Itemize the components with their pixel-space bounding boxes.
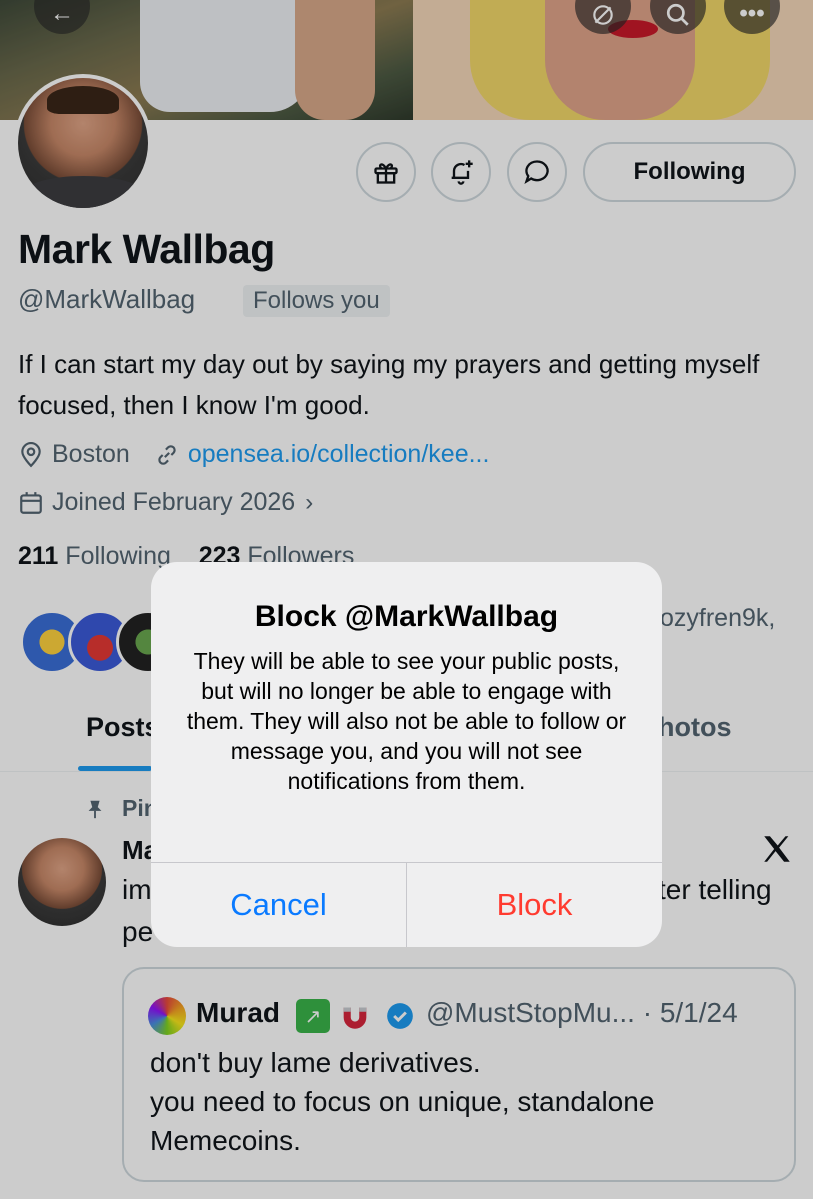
dialog-title: Block @MarkWallbag xyxy=(254,600,559,633)
dialog-message: They will be able to see your public pos… xyxy=(186,648,627,794)
cancel-button[interactable]: Cancel xyxy=(151,863,406,947)
block-confirm-dialog: Block @MarkWallbag They will be able to … xyxy=(151,562,662,947)
block-button[interactable]: Block xyxy=(407,863,662,947)
